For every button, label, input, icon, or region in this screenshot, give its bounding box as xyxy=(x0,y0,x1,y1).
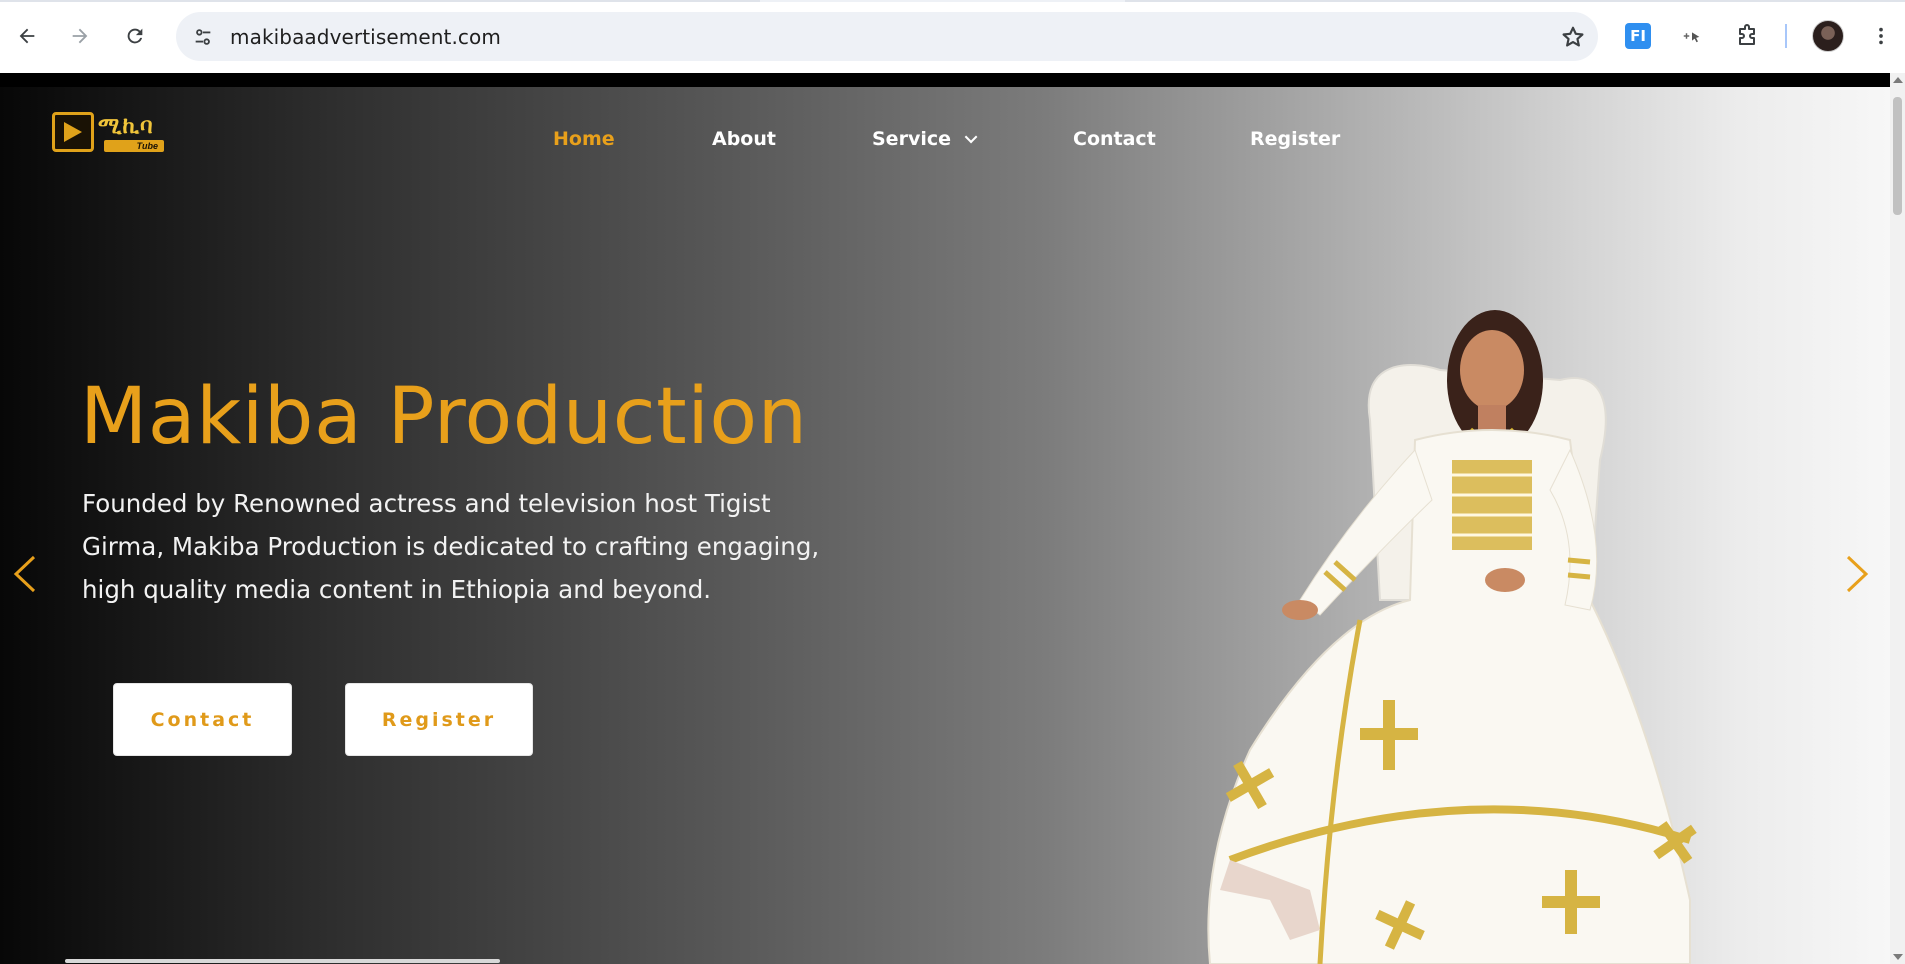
nav-home[interactable]: Home xyxy=(553,128,615,150)
horizontal-scrollbar-thumb[interactable] xyxy=(65,959,500,963)
hero-title: Makiba Production xyxy=(80,372,808,462)
scroll-up-arrow[interactable] xyxy=(1893,77,1903,83)
scrollbar-thumb[interactable] xyxy=(1893,97,1902,215)
more-vert-icon xyxy=(1879,27,1883,45)
browser-menu-button[interactable] xyxy=(1866,18,1896,54)
register-button[interactable]: Register xyxy=(345,683,533,756)
logo-subtitle: Tube xyxy=(104,140,164,152)
nav-about[interactable]: About xyxy=(712,128,776,150)
carousel-prev-button[interactable] xyxy=(10,554,40,594)
carousel-next-button[interactable] xyxy=(1842,554,1872,594)
puzzle-icon xyxy=(1739,24,1755,45)
nav-service-label: Service xyxy=(872,128,951,150)
nav-service[interactable]: Service xyxy=(872,128,978,150)
toolbar-divider xyxy=(1785,24,1787,48)
logo-wordmark: ሚኪባ xyxy=(98,113,154,139)
tab-strip-segment xyxy=(1125,0,1905,2)
tab-strip-segment xyxy=(0,0,760,2)
contact-button[interactable]: Contact xyxy=(113,683,292,756)
tune-icon xyxy=(195,29,211,45)
arrow-right-icon xyxy=(72,28,88,44)
browser-toolbar: makibaadvertisement.com FI xyxy=(0,0,1905,73)
hero-description: Founded by Renowned actress and televisi… xyxy=(82,489,820,604)
address-bar[interactable]: makibaadvertisement.com xyxy=(176,12,1598,61)
reload-button[interactable] xyxy=(117,18,153,54)
page-top-strip xyxy=(0,73,1890,87)
fi-extension-icon: FI xyxy=(1625,23,1651,49)
reload-icon xyxy=(127,28,143,44)
chevron-left-icon xyxy=(13,555,36,593)
vertical-scrollbar[interactable] xyxy=(1890,73,1905,964)
bookmark-star-button[interactable] xyxy=(1560,24,1586,50)
nav-contact[interactable]: Contact xyxy=(1073,128,1156,150)
url-text[interactable]: makibaadvertisement.com xyxy=(230,25,501,49)
star-icon xyxy=(1562,26,1584,47)
arrow-left-icon xyxy=(19,28,35,44)
site-info-button[interactable] xyxy=(186,20,220,54)
extensions-button[interactable] xyxy=(1729,18,1765,54)
forward-button[interactable] xyxy=(62,18,98,54)
chevron-right-icon xyxy=(1846,555,1869,593)
profile-avatar[interactable] xyxy=(1812,20,1844,52)
scroll-down-arrow[interactable] xyxy=(1893,954,1903,960)
hero-portrait-image xyxy=(1207,310,1697,964)
tab-strip-edge xyxy=(0,0,1905,2)
site-logo[interactable]: ሚኪባ Tube xyxy=(52,112,166,154)
fi-extension-button[interactable]: FI xyxy=(1620,18,1656,54)
back-button[interactable] xyxy=(9,18,45,54)
cursor-extension-button[interactable] xyxy=(1674,18,1710,54)
cursor-extension-icon xyxy=(1683,32,1700,43)
logo-mark xyxy=(52,112,94,152)
nav-register[interactable]: Register xyxy=(1250,128,1340,150)
